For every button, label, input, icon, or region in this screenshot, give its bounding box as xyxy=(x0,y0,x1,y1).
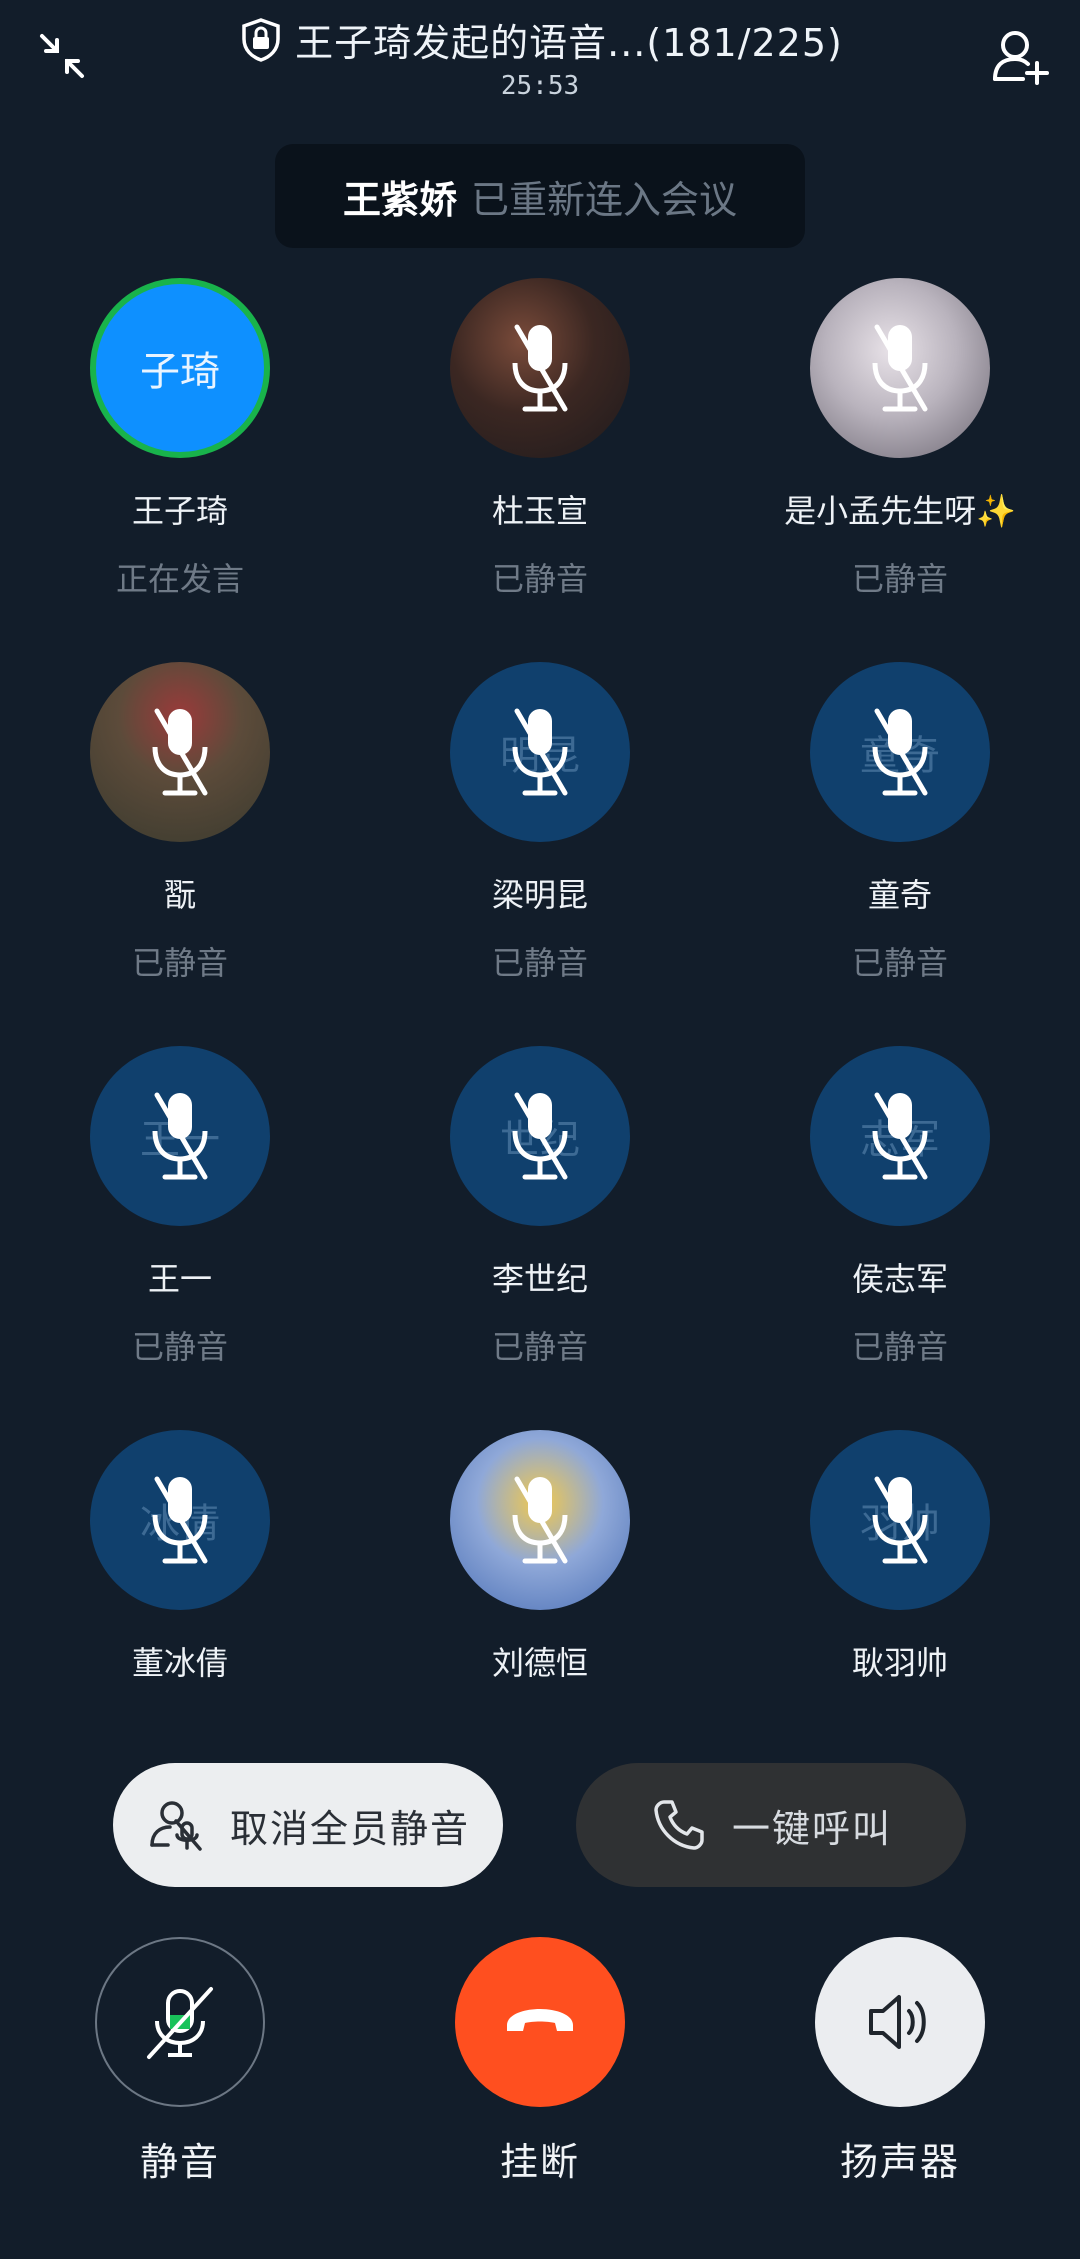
mute-label: 静音 xyxy=(139,2140,220,2184)
participant-name: 是小孟先生呀✨ xyxy=(784,492,1016,530)
mic-off-icon xyxy=(152,708,208,796)
participant-status: 已静音 xyxy=(851,1328,948,1366)
unmute-all-icon xyxy=(150,1801,202,1851)
participant-tile[interactable]: 志军 侯志军 已静音 xyxy=(720,1046,1080,1430)
hangup-icon xyxy=(507,2009,573,2031)
mic-off-icon xyxy=(872,324,928,412)
participant-avatar[interactable] xyxy=(450,1430,630,1610)
mic-off-icon xyxy=(512,1092,568,1180)
participant-name: 王子琦 xyxy=(131,492,228,530)
speaker-button[interactable] xyxy=(815,1937,985,2107)
participant-name: 杜玉宣 xyxy=(491,492,588,530)
top-bar: 王子琦发起的语音...(181/225) 25:53 xyxy=(0,0,1080,130)
participant-name: 童奇 xyxy=(867,876,932,914)
participant-status: 正在发言 xyxy=(115,560,244,598)
participant-status: 已静音 xyxy=(851,560,948,598)
speaker-control: 扬声器 xyxy=(815,1937,985,2186)
participant-avatar[interactable] xyxy=(810,278,990,458)
mic-off-icon xyxy=(872,1476,928,1564)
mic-off-icon xyxy=(147,1987,213,2059)
mic-off-icon xyxy=(512,708,568,796)
participant-name: 刘德恒 xyxy=(491,1644,588,1682)
speaker-label: 扬声器 xyxy=(839,2140,960,2184)
toast-name: 王紫娇 xyxy=(342,177,457,222)
participant-avatar[interactable]: 子琦 xyxy=(90,278,270,458)
participant-tile[interactable]: 翫已静音 xyxy=(0,662,360,1046)
participant-name: 董冰倩 xyxy=(131,1644,228,1682)
mic-off-icon xyxy=(152,1092,208,1180)
call-title: 王子琦发起的语音...(181/225) xyxy=(295,21,843,65)
participant-avatar[interactable]: 冰倩 xyxy=(90,1430,270,1610)
participant-status: 已静音 xyxy=(131,1328,228,1366)
rejoin-toast: 王紫娇 已重新连入会议 xyxy=(275,144,805,248)
participant-tile[interactable]: 明昆 梁明昆 已静音 xyxy=(360,662,720,1046)
mic-off-icon xyxy=(872,1092,928,1180)
participant-status: 已静音 xyxy=(851,944,948,982)
call-all-button[interactable]: 一键呼叫 xyxy=(576,1763,966,1887)
participant-avatar[interactable]: 王一 xyxy=(90,1046,270,1226)
hangup-label: 挂断 xyxy=(499,2140,580,2184)
participant-avatar[interactable]: 童奇 xyxy=(810,662,990,842)
participant-name: 梁明昆 xyxy=(491,876,588,914)
participant-avatar[interactable] xyxy=(90,662,270,842)
participant-name: 耿羽帅 xyxy=(851,1644,948,1682)
participant-tile[interactable]: 王一 王一 已静音 xyxy=(0,1046,360,1430)
participant-tile[interactable]: 子琦 王子琦 正在发言 xyxy=(0,278,360,662)
participant-avatar[interactable] xyxy=(450,278,630,458)
mic-off-icon xyxy=(512,324,568,412)
speaker-icon xyxy=(869,1995,926,2049)
participant-avatar[interactable]: 羽帅 xyxy=(810,1430,990,1610)
call-title-area: 王子琦发起的语音...(181/225) 25:53 xyxy=(0,12,1080,101)
participant-tile[interactable]: 杜玉宣 已静音 xyxy=(360,278,720,662)
hangup-button[interactable] xyxy=(455,1937,625,2107)
participant-tile[interactable]: 羽帅 耿羽帅 xyxy=(720,1430,1080,1814)
participant-tile[interactable]: 刘德恒 xyxy=(360,1430,720,1814)
unmute-all-label: 取消全员静音 xyxy=(229,1806,470,1851)
hangup-control: 挂断 xyxy=(455,1937,625,2186)
participant-name: 王一 xyxy=(147,1260,212,1298)
participant-name: 翫 xyxy=(163,876,196,914)
add-person-icon[interactable] xyxy=(986,22,1054,90)
unmute-all-button[interactable]: 取消全员静音 xyxy=(113,1763,503,1887)
participant-status: 已静音 xyxy=(491,560,588,598)
participant-avatar[interactable]: 志军 xyxy=(810,1046,990,1226)
participant-tile[interactable]: 是小孟先生呀✨ 已静音 xyxy=(720,278,1080,662)
shield-lock-icon xyxy=(237,16,285,64)
participant-status: 已静音 xyxy=(491,1328,588,1366)
participant-avatar[interactable]: 世纪 xyxy=(450,1046,630,1226)
mic-off-icon xyxy=(872,708,928,796)
avatar-initials: 子琦 xyxy=(140,349,220,395)
participant-tile[interactable]: 世纪 李世纪 已静音 xyxy=(360,1046,720,1430)
mute-control: 静音 xyxy=(95,1937,265,2186)
mic-off-icon xyxy=(152,1476,208,1564)
participant-name: 侯志军 xyxy=(851,1260,948,1298)
participant-tile[interactable]: 冰倩 董冰倩 xyxy=(0,1430,360,1814)
participant-tile[interactable]: 童奇 童奇 已静音 xyxy=(720,662,1080,1046)
call-timer: 25:53 xyxy=(500,71,580,101)
participant-status: 已静音 xyxy=(131,944,228,982)
mic-off-icon xyxy=(512,1476,568,1564)
call-all-label: 一键呼叫 xyxy=(731,1806,892,1851)
participant-name: 李世纪 xyxy=(491,1260,588,1298)
phone-icon xyxy=(654,1800,704,1850)
toast-message: 已重新连入会议 xyxy=(471,177,738,222)
participant-status: 已静音 xyxy=(491,944,588,982)
participant-avatar[interactable]: 明昆 xyxy=(450,662,630,842)
mute-button[interactable] xyxy=(95,1937,265,2107)
